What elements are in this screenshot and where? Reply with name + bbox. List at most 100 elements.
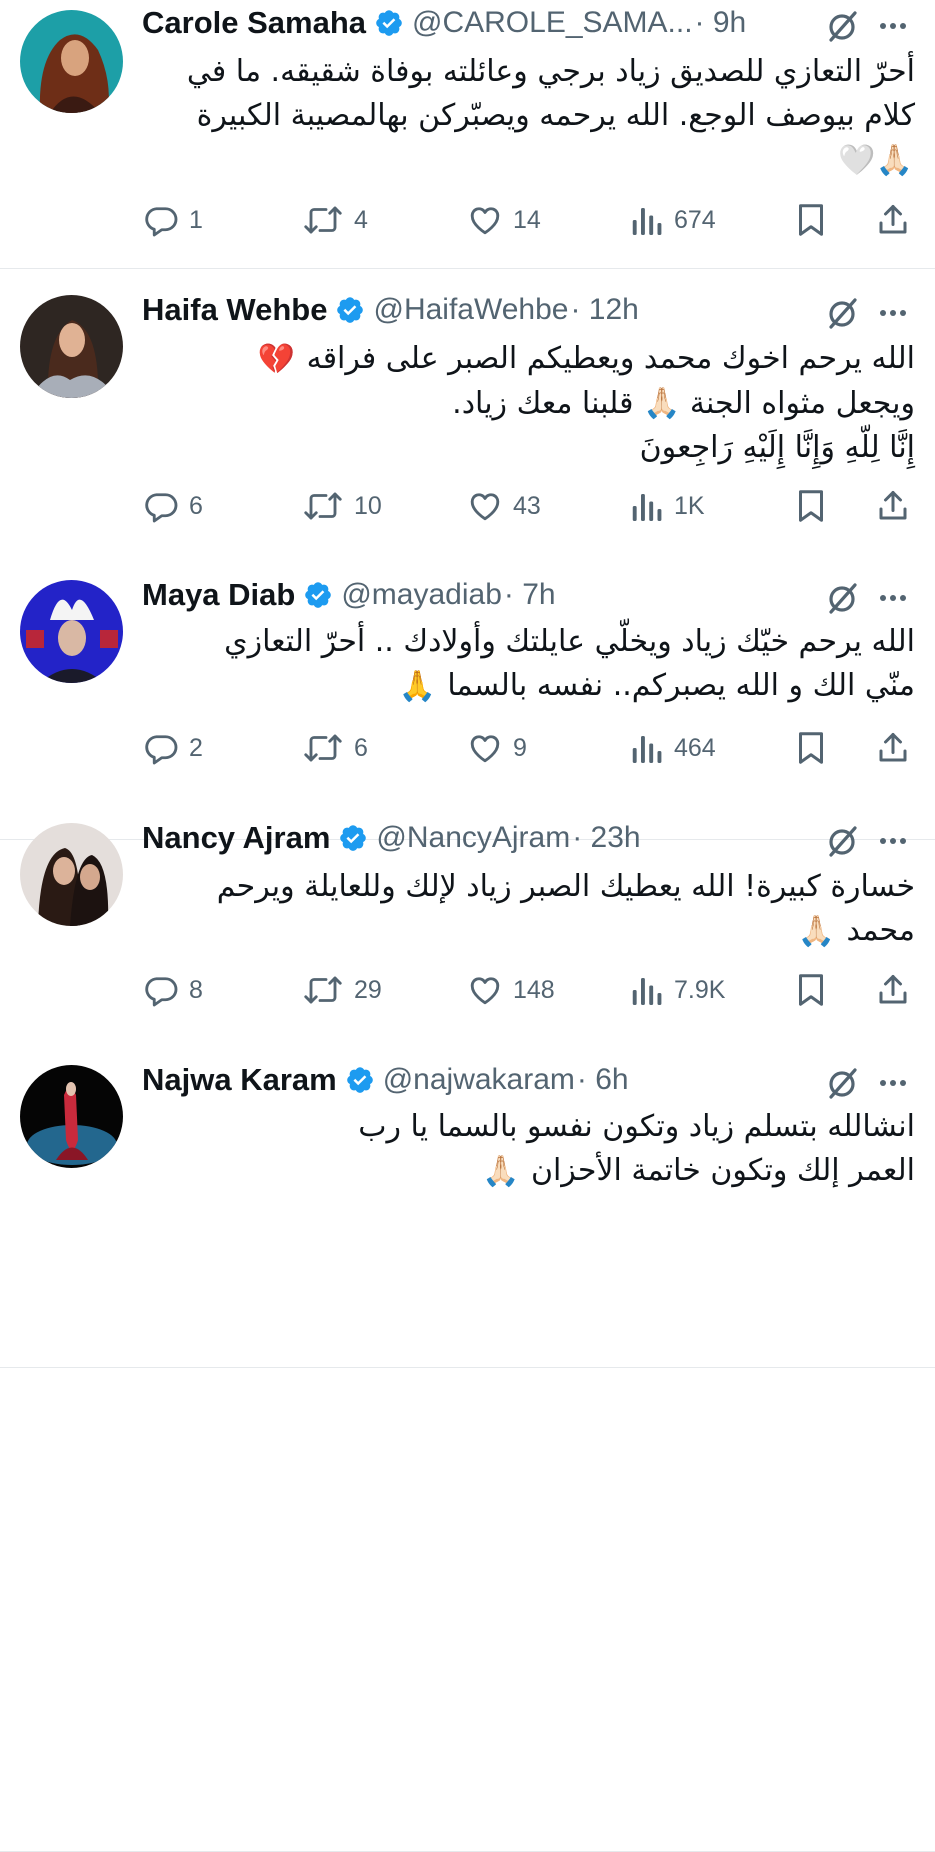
reply-button[interactable]: 2 bbox=[143, 728, 203, 768]
like-button[interactable]: 14 bbox=[467, 200, 541, 240]
tweet-header: Haifa Wehbe @HaifaWehbe · 12h bbox=[142, 287, 822, 333]
more-icon[interactable] bbox=[873, 6, 913, 51]
timestamp[interactable]: · 6h bbox=[577, 1063, 629, 1097]
share-button[interactable] bbox=[875, 486, 911, 526]
views-button[interactable]: 1K bbox=[630, 486, 705, 526]
user-handle[interactable]: @NancyAjram bbox=[376, 821, 570, 855]
views-button[interactable]: 464 bbox=[630, 728, 716, 768]
avatar[interactable] bbox=[20, 823, 123, 926]
like-button[interactable]: 43 bbox=[467, 486, 541, 526]
verified-badge-icon bbox=[374, 8, 404, 38]
user-handle[interactable]: @mayadiab bbox=[341, 578, 502, 612]
repost-count: 4 bbox=[354, 205, 368, 234]
like-count: 43 bbox=[513, 491, 541, 520]
display-name[interactable]: Najwa Karam bbox=[142, 1062, 337, 1098]
user-handle[interactable]: @najwakaram bbox=[383, 1063, 575, 1097]
tweet-actions: 1 4 14 674 bbox=[0, 200, 935, 240]
grok-icon[interactable] bbox=[822, 578, 862, 623]
tweet-text-line: محمد 🙏🏻 bbox=[140, 909, 915, 954]
grok-icon[interactable] bbox=[822, 1063, 862, 1108]
views-button[interactable]: 7.9K bbox=[630, 970, 725, 1010]
emoji: 🙏🏻 bbox=[482, 1153, 520, 1189]
like-icon bbox=[467, 488, 503, 524]
timestamp[interactable]: · 23h bbox=[572, 821, 640, 855]
verified-badge-icon bbox=[335, 295, 365, 325]
grok-icon[interactable] bbox=[822, 821, 862, 866]
share-button[interactable] bbox=[875, 200, 911, 240]
reply-icon bbox=[143, 972, 179, 1008]
share-button[interactable] bbox=[875, 728, 911, 768]
avatar[interactable] bbox=[20, 10, 123, 113]
more-icon[interactable] bbox=[873, 821, 913, 866]
bookmark-button[interactable] bbox=[794, 200, 828, 240]
share-button[interactable] bbox=[875, 970, 911, 1010]
tweet[interactable]: Nancy Ajram @NancyAjram · 23h خسارة كبيرة! … bbox=[0, 815, 935, 1851]
reply-icon bbox=[143, 488, 179, 524]
display-name[interactable]: Maya Diab bbox=[142, 577, 295, 613]
display-name[interactable]: Haifa Wehbe bbox=[142, 292, 327, 328]
tweet[interactable]: Najwa Karam @najwakaram · 6h انشالله بتسلم … bbox=[0, 1057, 935, 1200]
tweet-text-line: أحرّ التعازي للصديق زياد برجي وعائلته بو… bbox=[140, 50, 915, 94]
user-handle[interactable]: @CAROLE_SAMA... bbox=[412, 6, 693, 40]
display-name[interactable]: Nancy Ajram bbox=[142, 820, 330, 856]
bookmark-button[interactable] bbox=[794, 486, 828, 526]
repost-button[interactable]: 10 bbox=[302, 486, 382, 526]
views-button[interactable]: 674 bbox=[630, 200, 716, 240]
tweet-text: خسارة كبيرة! الله يعطيك الصبر زياد لإلك … bbox=[140, 865, 915, 954]
views-icon bbox=[630, 202, 664, 238]
timestamp[interactable]: · 12h bbox=[570, 293, 638, 327]
repost-icon bbox=[302, 972, 344, 1008]
reply-button[interactable]: 8 bbox=[143, 970, 203, 1010]
tweet-header: Maya Diab @mayadiab · 7h bbox=[142, 572, 822, 618]
grok-icon[interactable] bbox=[822, 6, 862, 51]
share-icon bbox=[875, 202, 911, 238]
tweet-text-segment: انشالله بتسلم زياد وتكون نفسو بالسما يا … bbox=[358, 1109, 915, 1144]
bookmark-button[interactable] bbox=[794, 970, 828, 1010]
views-count: 1K bbox=[674, 491, 705, 520]
user-handle[interactable]: @HaifaWehbe bbox=[373, 293, 568, 327]
tweet-text-segment: العمر إلك وتكون خاتمة الأحزان bbox=[530, 1153, 915, 1188]
tweet-text-segment: كلام بيوصف الوجع. الله يرحمه ويصبّركن به… bbox=[196, 98, 915, 133]
repost-button[interactable]: 29 bbox=[302, 970, 382, 1010]
timestamp[interactable]: · 9h bbox=[695, 6, 747, 40]
repost-count: 6 bbox=[354, 733, 368, 762]
avatar[interactable] bbox=[20, 1065, 123, 1168]
tweet-text-line: الله يرحم اخوك محمد ويعطيكم الصبر على فر… bbox=[140, 337, 915, 382]
repost-icon bbox=[302, 488, 344, 524]
reply-icon bbox=[143, 202, 179, 238]
reply-count: 6 bbox=[189, 491, 203, 520]
avatar[interactable] bbox=[20, 580, 123, 683]
repost-count: 10 bbox=[354, 491, 382, 520]
tweet-text-segment: منّي الك و الله يصبركم.. نفسه بالسما bbox=[447, 668, 915, 703]
tweet-text-line: خسارة كبيرة! الله يعطيك الصبر زياد لإلك … bbox=[140, 865, 915, 909]
like-button[interactable]: 148 bbox=[467, 970, 555, 1010]
tweet-actions: 6 10 43 1K bbox=[0, 486, 935, 526]
tweet-actions: 8 29 148 7.9K bbox=[0, 970, 935, 1010]
like-count: 148 bbox=[513, 975, 555, 1004]
timestamp[interactable]: · 7h bbox=[504, 578, 556, 612]
repost-count: 29 bbox=[354, 975, 382, 1004]
like-button[interactable]: 9 bbox=[467, 728, 527, 768]
grok-icon[interactable] bbox=[822, 293, 862, 338]
like-count: 9 bbox=[513, 733, 527, 762]
display-name[interactable]: Carole Samaha bbox=[142, 5, 366, 41]
tweet-text-line: العمر إلك وتكون خاتمة الأحزان 🙏🏻 bbox=[140, 1149, 915, 1194]
reply-button[interactable]: 6 bbox=[143, 486, 203, 526]
repost-icon bbox=[302, 202, 344, 238]
repost-button[interactable]: 4 bbox=[302, 200, 368, 240]
share-icon bbox=[875, 488, 911, 524]
bookmark-button[interactable] bbox=[794, 728, 828, 768]
reply-count: 1 bbox=[189, 205, 203, 234]
tweet-text: الله يرحم خيّك زياد ويخلّي عايلتك وأولاد… bbox=[140, 620, 915, 709]
tweet-text-segment: خسارة كبيرة! الله يعطيك الصبر زياد لإلك … bbox=[216, 869, 915, 904]
repost-button[interactable]: 6 bbox=[302, 728, 368, 768]
tweet[interactable]: Carole Samaha @CAROLE_SAMA... · 9h أحرّ الت… bbox=[0, 0, 935, 268]
more-icon[interactable] bbox=[873, 293, 913, 338]
tweet-divider bbox=[0, 268, 935, 269]
avatar[interactable] bbox=[20, 295, 123, 398]
like-icon bbox=[467, 972, 503, 1008]
more-icon[interactable] bbox=[873, 1063, 913, 1108]
reply-button[interactable]: 1 bbox=[143, 200, 203, 240]
more-icon[interactable] bbox=[873, 578, 913, 623]
tweet-text-segment: ويجعل مثواه الجنة 🙏🏻 قلبنا معك زياد. bbox=[452, 385, 915, 421]
